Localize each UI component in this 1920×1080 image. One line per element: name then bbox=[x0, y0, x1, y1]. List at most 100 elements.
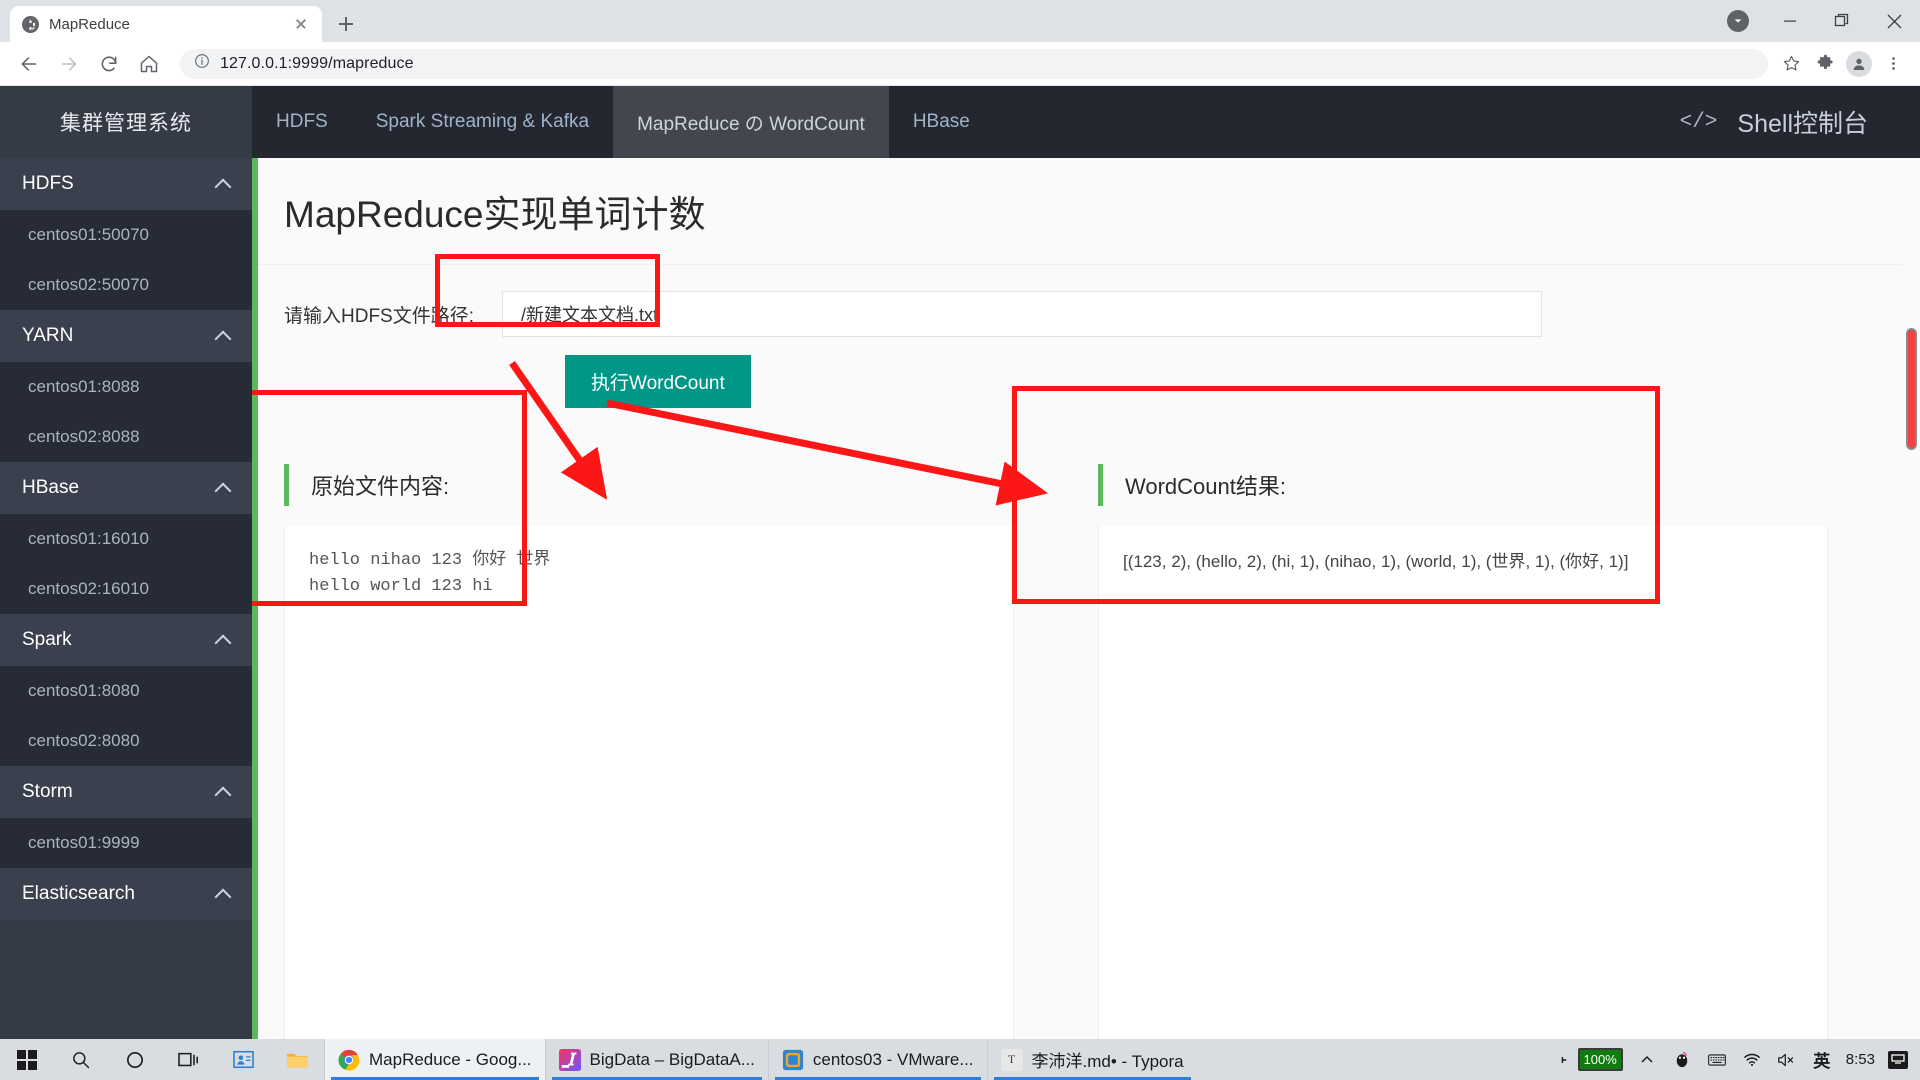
site-brand[interactable]: 集群管理系统 bbox=[0, 86, 252, 158]
taskbar-item-label: MapReduce - Goog... bbox=[369, 1049, 532, 1069]
chevron-down-icon bbox=[1727, 10, 1749, 32]
close-window-button[interactable] bbox=[1868, 0, 1920, 42]
result-panel-body: [(123, 2), (hello, 2), (hi, 1), (nihao, … bbox=[1098, 526, 1828, 1060]
sidebar-group-spark[interactable]: Spark bbox=[0, 614, 252, 666]
forward-icon[interactable] bbox=[52, 47, 86, 81]
reload-icon[interactable] bbox=[92, 47, 126, 81]
shell-console-link[interactable]: </> Shell控制台 bbox=[1680, 86, 1868, 158]
file-explorer-icon[interactable] bbox=[270, 1039, 324, 1080]
sidebar-group-label: Storm bbox=[22, 781, 73, 802]
result-panels: 原始文件内容: hello nihao 123 你好 世界 hello worl… bbox=[252, 408, 1920, 1060]
sidebar-group-body: centos01:16010 centos02:16010 bbox=[0, 514, 252, 614]
page-body: HDFS centos01:50070 centos02:50070 YARN … bbox=[0, 158, 1920, 1060]
close-icon[interactable] bbox=[292, 15, 310, 33]
tab-title: MapReduce bbox=[49, 15, 130, 33]
chrome-update-button[interactable] bbox=[1712, 0, 1764, 42]
contacts-icon[interactable] bbox=[216, 1039, 270, 1080]
address-bar[interactable]: 127.0.0.1:9999/mapreduce bbox=[180, 48, 1768, 79]
site-info-icon[interactable] bbox=[194, 53, 210, 74]
nav-item-hbase[interactable]: HBase bbox=[889, 86, 994, 158]
chrome-icon bbox=[338, 1049, 360, 1071]
profile-avatar[interactable] bbox=[1844, 49, 1874, 79]
chrome-menu-icon[interactable] bbox=[1878, 49, 1908, 79]
chevron-up-icon bbox=[216, 785, 230, 799]
sidebar-link-centos01-9999[interactable]: centos01:9999 bbox=[0, 818, 252, 868]
taskbar-item-vmware[interactable]: centos03 - VMware... bbox=[767, 1039, 987, 1080]
battery-icon[interactable]: 100% bbox=[1560, 1048, 1623, 1071]
sidebar-link-centos01-16010[interactable]: centos01:16010 bbox=[0, 514, 252, 564]
page-title-section: MapReduce实现单词计数 bbox=[252, 158, 1920, 265]
back-icon[interactable] bbox=[12, 47, 46, 81]
chevron-up-icon bbox=[216, 481, 230, 495]
source-file-content: hello nihao 123 你好 世界 hello world 123 hi bbox=[309, 551, 551, 596]
sidebar: HDFS centos01:50070 centos02:50070 YARN … bbox=[0, 158, 252, 1060]
keyboard-icon[interactable] bbox=[1706, 1049, 1728, 1071]
source-panel-title: 原始文件内容: bbox=[311, 474, 450, 499]
top-nav-items: HDFS Spark Streaming & Kafka MapReduce の… bbox=[252, 86, 994, 158]
sidebar-link-centos02-8088[interactable]: centos02:8088 bbox=[0, 412, 252, 462]
minimize-button[interactable] bbox=[1764, 0, 1816, 42]
browser-toolbar: 127.0.0.1:9999/mapreduce bbox=[0, 42, 1920, 86]
extensions-puzzle-icon[interactable] bbox=[1810, 49, 1840, 79]
sidebar-group-label: HBase bbox=[22, 477, 80, 498]
qq-icon[interactable] bbox=[1671, 1049, 1693, 1071]
hdfs-path-input[interactable] bbox=[502, 291, 1543, 337]
show-desktop-icon[interactable] bbox=[1888, 1050, 1908, 1069]
taskbar-item-typora[interactable]: T 李沛洋.md• - Typora bbox=[986, 1039, 1197, 1080]
volume-muted-icon[interactable] bbox=[1776, 1049, 1798, 1071]
nav-item-mapreduce-wordcount[interactable]: MapReduce の WordCount bbox=[613, 86, 889, 158]
taskbar-item-chrome[interactable]: MapReduce - Goog... bbox=[324, 1039, 545, 1080]
sidebar-link-centos01-8088[interactable]: centos01:8088 bbox=[0, 362, 252, 412]
url-text: 127.0.0.1:9999/mapreduce bbox=[220, 54, 414, 72]
chevron-up-icon bbox=[216, 177, 230, 191]
sidebar-link-centos01-8080[interactable]: centos01:8080 bbox=[0, 666, 252, 716]
taskbar-item-intellij[interactable]: BigData – BigDataA... bbox=[544, 1039, 768, 1080]
home-icon[interactable] bbox=[132, 47, 166, 81]
scrollbar-thumb[interactable] bbox=[1906, 328, 1917, 450]
web-page: 集群管理系统 HDFS Spark Streaming & Kafka MapR… bbox=[0, 86, 1920, 1060]
sidebar-group-elasticsearch[interactable]: Elasticsearch bbox=[0, 868, 252, 920]
source-panel-header: 原始文件内容: bbox=[284, 444, 1014, 526]
nav-item-spark-kafka[interactable]: Spark Streaming & Kafka bbox=[352, 86, 613, 158]
sidebar-group-hdfs[interactable]: HDFS bbox=[0, 158, 252, 210]
taskbar-system-icons bbox=[0, 1039, 324, 1080]
search-icon[interactable] bbox=[54, 1039, 108, 1080]
chevron-up-icon bbox=[216, 633, 230, 647]
sidebar-link-centos02-16010[interactable]: centos02:16010 bbox=[0, 564, 252, 614]
sidebar-group-hbase[interactable]: HBase bbox=[0, 462, 252, 514]
wordcount-result-panel: WordCount结果: [(123, 2), (hello, 2), (hi,… bbox=[1098, 444, 1828, 1060]
nav-item-hdfs[interactable]: HDFS bbox=[252, 86, 352, 158]
browser-window: MapReduce 127.0.0.1:9999/mapreduce 集群管理系… bbox=[0, 0, 1920, 1060]
taskbar-item-label: centos03 - VMware... bbox=[812, 1049, 974, 1069]
bookmark-star-icon[interactable] bbox=[1776, 49, 1806, 79]
chevron-up-icon bbox=[216, 887, 230, 901]
toolbar-actions bbox=[1776, 49, 1908, 79]
source-file-panel: 原始文件内容: hello nihao 123 你好 世界 hello worl… bbox=[284, 444, 1014, 1060]
browser-tab[interactable]: MapReduce bbox=[10, 6, 322, 42]
cortana-icon[interactable] bbox=[108, 1039, 162, 1080]
sidebar-link-centos01-50070[interactable]: centos01:50070 bbox=[0, 210, 252, 260]
sidebar-group-label: Elasticsearch bbox=[22, 883, 135, 904]
sidebar-group-storm[interactable]: Storm bbox=[0, 766, 252, 818]
accent-bar bbox=[1098, 464, 1103, 506]
sidebar-group-body: centos01:9999 bbox=[0, 818, 252, 868]
start-icon[interactable] bbox=[0, 1039, 54, 1080]
wifi-icon[interactable] bbox=[1741, 1049, 1763, 1071]
taskbar-clock[interactable]: 8:53 bbox=[1846, 1051, 1875, 1068]
sidebar-link-centos02-8080[interactable]: centos02:8080 bbox=[0, 716, 252, 766]
task-view-icon[interactable] bbox=[162, 1039, 216, 1080]
sidebar-group-body: centos01:8088 centos02:8088 bbox=[0, 362, 252, 462]
sidebar-link-centos02-50070[interactable]: centos02:50070 bbox=[0, 260, 252, 310]
chevron-up-icon[interactable] bbox=[1636, 1049, 1658, 1071]
maximize-button[interactable] bbox=[1816, 0, 1868, 42]
sidebar-group-body: centos01:8080 centos02:8080 bbox=[0, 666, 252, 766]
execute-wordcount-button[interactable]: 执行WordCount bbox=[565, 355, 751, 408]
main-content: MapReduce实现单词计数 请输入HDFS文件路径: 执行WordCount… bbox=[252, 158, 1920, 1060]
new-tab-button[interactable] bbox=[330, 8, 362, 40]
code-icon: </> bbox=[1679, 110, 1718, 134]
ime-language-indicator[interactable]: 英 bbox=[1811, 1049, 1833, 1071]
windows-taskbar: MapReduce - Goog... BigData – BigDataA..… bbox=[0, 1039, 1920, 1080]
execute-button-row: 执行WordCount bbox=[252, 337, 1920, 408]
page-scrollbar[interactable] bbox=[1903, 158, 1920, 1060]
sidebar-group-yarn[interactable]: YARN bbox=[0, 310, 252, 362]
